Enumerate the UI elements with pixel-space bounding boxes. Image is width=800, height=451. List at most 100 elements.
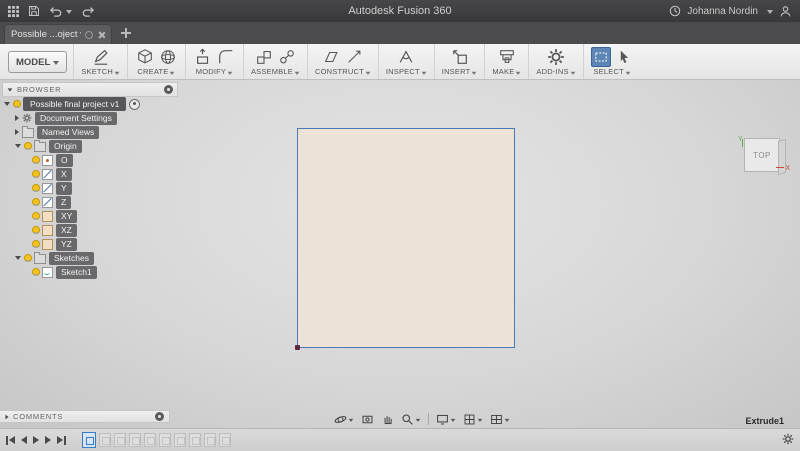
- timeline-item[interactable]: [219, 433, 231, 447]
- construction-plane-icon[interactable]: [321, 47, 341, 67]
- lightbulb-icon[interactable]: [24, 142, 32, 150]
- lightbulb-icon[interactable]: [32, 184, 40, 192]
- timeline-item[interactable]: [99, 433, 111, 447]
- browser-item-y-axis[interactable]: Y: [2, 181, 178, 195]
- sketch-origin-point[interactable]: [295, 345, 300, 350]
- clock-icon[interactable]: [669, 5, 681, 17]
- expand-arrow-icon[interactable]: [15, 144, 21, 148]
- viewports-icon[interactable]: [490, 413, 510, 426]
- step-forward-button[interactable]: [45, 436, 51, 444]
- zoom-icon[interactable]: [401, 413, 421, 426]
- activate-component-radio[interactable]: [129, 98, 141, 110]
- browser-item-xz-plane[interactable]: XZ: [2, 223, 178, 237]
- expand-arrow-icon[interactable]: [5, 414, 9, 419]
- browser-item-xy-plane[interactable]: XY: [2, 209, 178, 223]
- select-cursor-icon[interactable]: [614, 47, 634, 67]
- view-cube-top-face[interactable]: TOP: [744, 138, 780, 172]
- press-pull-icon[interactable]: [193, 47, 213, 67]
- browser-item-origin-point[interactable]: O: [2, 153, 178, 167]
- workspace-selector[interactable]: MODEL: [8, 51, 68, 73]
- browser-item-yz-plane[interactable]: YZ: [2, 237, 178, 251]
- browser-item-sketches[interactable]: Sketches: [2, 251, 178, 265]
- add-ins-gear-icon[interactable]: [546, 47, 566, 67]
- timeline-item[interactable]: [159, 433, 171, 447]
- timeline-item[interactable]: [189, 433, 201, 447]
- comments-options-button[interactable]: [155, 412, 164, 421]
- sketch-profile[interactable]: [295, 128, 515, 350]
- user-avatar-icon[interactable]: [779, 5, 792, 18]
- construction-axis-icon[interactable]: [344, 47, 364, 67]
- lightbulb-icon[interactable]: [32, 156, 40, 164]
- make-3d-print-icon[interactable]: [497, 47, 517, 67]
- browser-item-document-settings[interactable]: Document Settings: [2, 111, 178, 125]
- lightbulb-icon[interactable]: [32, 170, 40, 178]
- view-cube[interactable]: Y TOP X: [738, 136, 790, 182]
- display-settings-icon[interactable]: [436, 413, 456, 426]
- toolbar-group-inspect-label[interactable]: INSPECT: [386, 67, 427, 77]
- skip-to-end-button[interactable]: [57, 435, 66, 445]
- browser-options-button[interactable]: [164, 85, 173, 94]
- lightbulb-icon[interactable]: [32, 212, 40, 220]
- browser-item-sketch1[interactable]: Sketch1: [2, 265, 178, 279]
- app-grid-icon[interactable]: [8, 5, 19, 17]
- step-back-button[interactable]: [21, 436, 27, 444]
- save-icon[interactable]: [28, 5, 40, 17]
- toolbar-group-construct-label[interactable]: CONSTRUCT: [315, 67, 371, 77]
- new-component-icon[interactable]: [254, 47, 274, 67]
- timeline-item[interactable]: [174, 433, 186, 447]
- document-tab[interactable]: Possible ...oject v1*: [4, 24, 112, 44]
- toolbar-group-assemble-label[interactable]: ASSEMBLE: [251, 67, 300, 77]
- browser-item-x-axis[interactable]: X: [2, 167, 178, 181]
- browser-item-named-views[interactable]: Named Views: [2, 125, 178, 139]
- expand-arrow-icon[interactable]: [4, 102, 10, 106]
- expand-arrow-icon[interactable]: [15, 256, 21, 260]
- timeline-settings-gear-icon[interactable]: [782, 433, 794, 445]
- create-box-icon[interactable]: [135, 47, 155, 67]
- window-select-icon[interactable]: [590, 46, 611, 67]
- toolbar-group-select-label[interactable]: SELECT: [593, 67, 631, 77]
- browser-item-z-axis[interactable]: Z: [2, 195, 178, 209]
- timeline-item-sketch[interactable]: [82, 432, 96, 448]
- toolbar-group-modify-label[interactable]: MODIFY: [196, 67, 233, 77]
- undo-icon[interactable]: [49, 5, 72, 17]
- chevron-down-icon[interactable]: [767, 9, 773, 17]
- browser-root-label[interactable]: Possible final project v1: [23, 97, 127, 111]
- user-name[interactable]: Johanna Nordin: [687, 6, 758, 17]
- lightbulb-icon[interactable]: [32, 268, 40, 276]
- new-tab-button[interactable]: [120, 27, 132, 39]
- sketch-icon[interactable]: [91, 47, 111, 67]
- orbit-icon[interactable]: [334, 413, 354, 426]
- toolbar-group-addins-label[interactable]: ADD-INS: [536, 67, 576, 77]
- pan-hand-icon[interactable]: [381, 413, 394, 426]
- toolbar-group-make-label[interactable]: MAKE: [492, 67, 521, 77]
- timeline-item[interactable]: [204, 433, 216, 447]
- lightbulb-icon[interactable]: [24, 254, 32, 262]
- play-button[interactable]: [33, 436, 39, 444]
- skip-to-start-button[interactable]: [6, 435, 15, 445]
- collapse-arrow-icon[interactable]: [7, 87, 13, 92]
- expand-arrow-icon[interactable]: [15, 115, 19, 121]
- joint-icon[interactable]: [277, 47, 297, 67]
- lightbulb-icon[interactable]: [32, 198, 40, 206]
- create-sphere-icon[interactable]: [158, 47, 178, 67]
- expand-arrow-icon[interactable]: [15, 129, 19, 135]
- lightbulb-icon[interactable]: [32, 240, 40, 248]
- look-at-icon[interactable]: [361, 413, 374, 426]
- redo-icon[interactable]: [81, 5, 95, 17]
- timeline-item[interactable]: [144, 433, 156, 447]
- toolbar-group-sketch-label[interactable]: SKETCH: [81, 67, 120, 77]
- measure-icon[interactable]: [396, 47, 416, 67]
- browser-item-origin[interactable]: Origin: [2, 139, 178, 153]
- grid-snaps-icon[interactable]: [463, 413, 483, 426]
- insert-icon[interactable]: [450, 47, 470, 67]
- toolbar-group-create-label[interactable]: CREATE: [137, 67, 175, 77]
- comments-panel[interactable]: COMMENTS: [0, 410, 170, 423]
- modeling-canvas[interactable]: BROWSER Possible final project v1 Docume…: [0, 80, 800, 428]
- lightbulb-icon[interactable]: [32, 226, 40, 234]
- close-tab-icon[interactable]: [97, 31, 105, 39]
- chevron-down-icon[interactable]: [66, 9, 72, 17]
- lightbulb-icon[interactable]: [13, 100, 21, 108]
- timeline-item[interactable]: [129, 433, 141, 447]
- timeline-item[interactable]: [114, 433, 126, 447]
- browser-header[interactable]: BROWSER: [2, 82, 178, 97]
